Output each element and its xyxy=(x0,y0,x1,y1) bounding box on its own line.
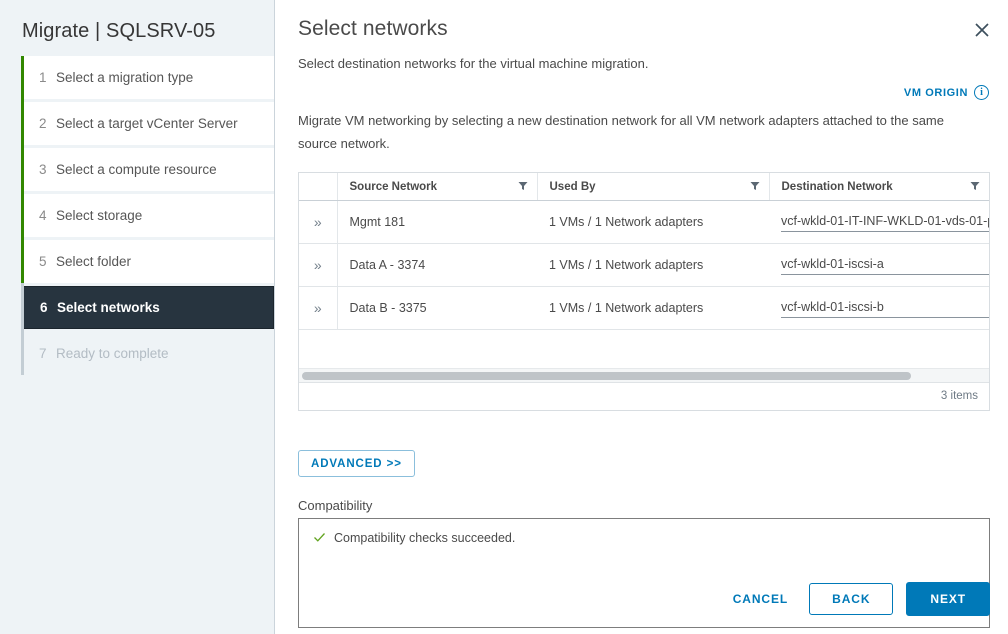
step-number: 5 xyxy=(39,254,56,269)
table-horizontal-scrollbar[interactable] xyxy=(299,368,989,382)
sidebar-step-2[interactable]: 2 Select a target vCenter Server xyxy=(22,102,274,145)
page-description: Select destination networks for the virt… xyxy=(298,56,990,71)
step-label: Ready to complete xyxy=(56,346,169,361)
column-header-destination-network: Destination Network xyxy=(769,173,989,201)
info-icon[interactable]: i xyxy=(974,85,989,100)
cell-destination-network[interactable]: vcf-wkld-01-iscsi-a xyxy=(769,243,989,286)
sidebar-step-1[interactable]: 1 Select a migration type xyxy=(22,56,274,99)
destination-network-input[interactable]: vcf-wkld-01-IT-INF-WKLD-01-vds-01-p xyxy=(781,212,989,232)
table-empty-space xyxy=(299,330,989,368)
step-number: 3 xyxy=(39,162,56,177)
step-rail-progress xyxy=(21,56,24,283)
row-expander-icon[interactable]: » xyxy=(299,286,337,329)
wizard-sidebar: Migrate | SQLSRV-05 1 Select a migration… xyxy=(0,0,275,634)
vm-origin-link[interactable]: VM ORIGIN xyxy=(904,87,968,99)
filter-icon[interactable] xyxy=(970,181,980,191)
page-title: Select networks xyxy=(298,0,990,41)
table-header-row: Source Network Used By Des xyxy=(299,173,989,201)
advanced-button[interactable]: ADVANCED >> xyxy=(298,450,415,477)
sidebar-step-4[interactable]: 4 Select storage xyxy=(22,194,274,237)
next-button[interactable]: NEXT xyxy=(906,582,990,616)
wizard-main-panel: Select networks Select destination netwo… xyxy=(275,0,1008,634)
destination-network-input[interactable]: vcf-wkld-01-iscsi-a xyxy=(781,255,989,275)
step-label: Select a compute resource xyxy=(56,162,217,177)
filter-icon[interactable] xyxy=(518,181,528,191)
sidebar-step-6[interactable]: 6 Select networks xyxy=(22,286,274,329)
step-number: 6 xyxy=(40,300,57,315)
row-expander-icon[interactable]: » xyxy=(299,200,337,243)
column-label: Destination Network xyxy=(782,181,893,193)
page-note: Migrate VM networking by selecting a new… xyxy=(298,110,978,156)
step-label: Select a migration type xyxy=(56,70,193,85)
filter-icon[interactable] xyxy=(750,181,760,191)
wizard-steps: 1 Select a migration type 2 Select a tar… xyxy=(0,56,274,375)
step-number: 1 xyxy=(39,70,56,85)
step-number: 2 xyxy=(39,116,56,131)
column-header-expander xyxy=(299,173,337,201)
back-button[interactable]: BACK xyxy=(809,583,893,615)
cell-destination-network[interactable]: vcf-wkld-01-iscsi-b xyxy=(769,286,989,329)
cell-destination-network[interactable]: vcf-wkld-01-IT-INF-WKLD-01-vds-01-p xyxy=(769,200,989,243)
compatibility-label: Compatibility xyxy=(298,498,990,513)
cell-used-by: 1 VMs / 1 Network adapters xyxy=(537,200,769,243)
wizard-footer: CANCEL BACK NEXT xyxy=(725,582,990,616)
table-item-count: 3 items xyxy=(299,382,989,410)
cell-used-by: 1 VMs / 1 Network adapters xyxy=(537,286,769,329)
network-mapping-table: Source Network Used By Des xyxy=(298,172,990,411)
step-label: Select a target vCenter Server xyxy=(56,116,238,131)
step-number: 4 xyxy=(39,208,56,223)
cell-source-network: Data B - 3375 xyxy=(337,286,537,329)
table-row[interactable]: » Mgmt 181 1 VMs / 1 Network adapters vc… xyxy=(299,200,989,243)
column-header-used-by: Used By xyxy=(537,173,769,201)
table-row[interactable]: » Data A - 3374 1 VMs / 1 Network adapte… xyxy=(299,243,989,286)
table-row[interactable]: » Data B - 3375 1 VMs / 1 Network adapte… xyxy=(299,286,989,329)
vm-origin-row: VM ORIGIN i xyxy=(298,85,990,100)
cell-source-network: Data A - 3374 xyxy=(337,243,537,286)
scrollbar-thumb[interactable] xyxy=(302,372,911,380)
migration-wizard: Migrate | SQLSRV-05 1 Select a migration… xyxy=(0,0,1008,634)
row-expander-icon[interactable]: » xyxy=(299,243,337,286)
compatibility-message-text: Compatibility checks succeeded. xyxy=(334,531,515,545)
column-label: Source Network xyxy=(350,181,438,193)
compatibility-message: Compatibility checks succeeded. xyxy=(313,531,975,547)
step-label: Select storage xyxy=(56,208,142,223)
cell-used-by: 1 VMs / 1 Network adapters xyxy=(537,243,769,286)
step-label: Select networks xyxy=(57,300,160,315)
destination-network-input[interactable]: vcf-wkld-01-iscsi-b xyxy=(781,298,989,318)
sidebar-step-5[interactable]: 5 Select folder xyxy=(22,240,274,283)
cell-source-network: Mgmt 181 xyxy=(337,200,537,243)
wizard-title: Migrate | SQLSRV-05 xyxy=(0,0,274,43)
cancel-button[interactable]: CANCEL xyxy=(725,583,796,615)
close-icon[interactable] xyxy=(972,20,994,42)
step-label: Select folder xyxy=(56,254,131,269)
check-icon xyxy=(313,531,326,547)
step-number: 7 xyxy=(39,346,56,361)
column-header-source-network: Source Network xyxy=(337,173,537,201)
sidebar-step-7[interactable]: 7 Ready to complete xyxy=(22,332,274,375)
sidebar-step-3[interactable]: 3 Select a compute resource xyxy=(22,148,274,191)
column-label: Used By xyxy=(550,181,596,193)
